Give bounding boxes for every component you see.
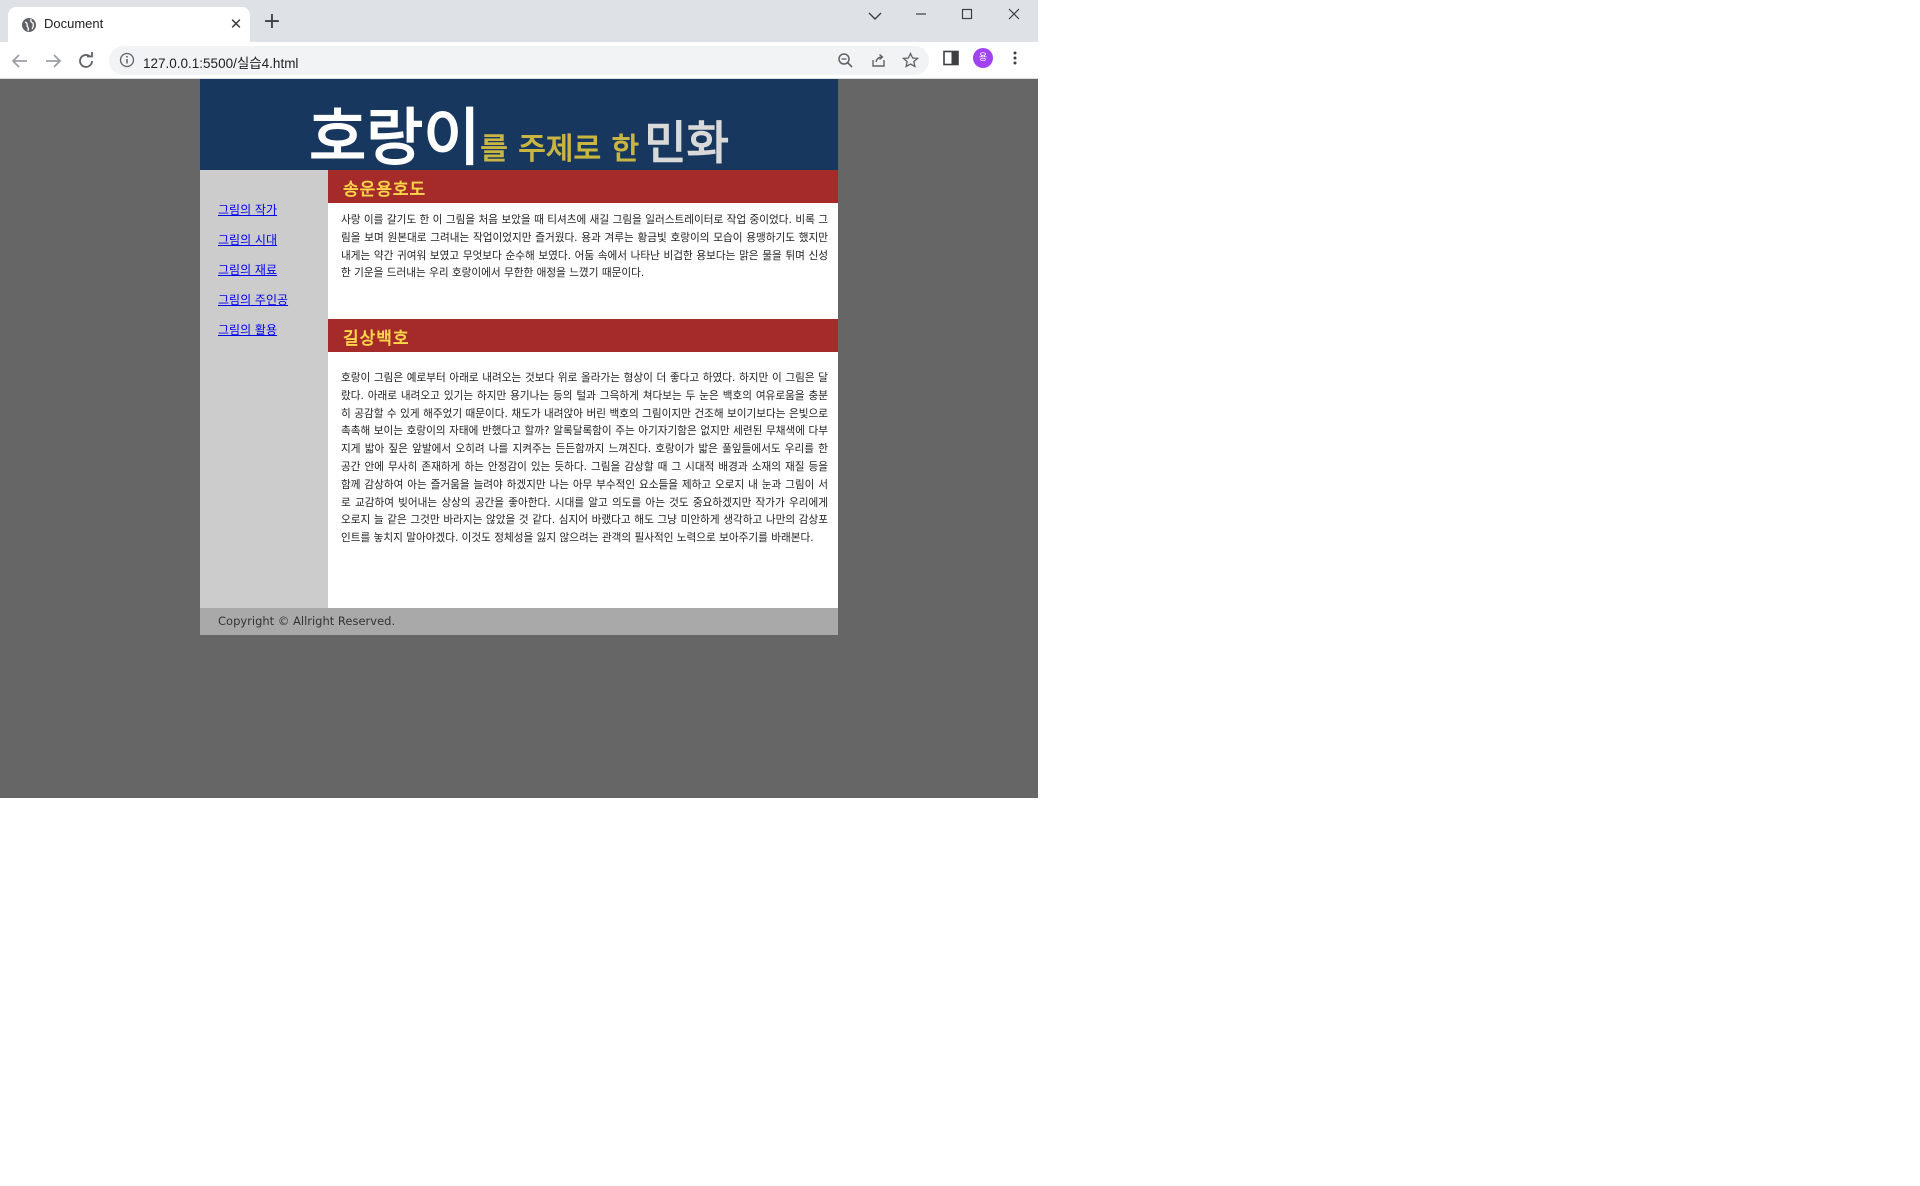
menu-icon[interactable] [1006, 49, 1024, 67]
reload-icon[interactable] [74, 49, 98, 73]
copyright-text: Copyright © Allright Reserved. [218, 614, 396, 628]
tab-strip: Document ✕ + [0, 0, 1038, 42]
section-body: 호랑이 그림은 예로부터 아래로 내려오는 것보다 위로 올라가는 형상이 더 … [341, 372, 828, 545]
close-window-icon[interactable] [994, 2, 1034, 30]
avatar[interactable]: 용 [973, 48, 993, 68]
chevron-down-icon[interactable] [855, 2, 895, 30]
globe-icon [22, 18, 36, 32]
minimize-icon[interactable] [901, 2, 941, 30]
forward-icon[interactable] [41, 49, 65, 73]
back-icon[interactable] [8, 49, 32, 73]
title-end: 민화 [644, 116, 729, 170]
nav-link-artist[interactable]: 그림의 작가 [218, 203, 277, 217]
section-title: 송운용호도 [343, 180, 427, 200]
page-footer: Copyright © Allright Reserved. [200, 608, 838, 635]
nav-link-material[interactable]: 그림의 재료 [218, 263, 277, 277]
close-icon[interactable]: ✕ [227, 15, 245, 33]
sidebar: 그림의 작가 그림의 시대 그림의 재료 그림의 주인공 그림의 활용 [200, 170, 328, 608]
info-icon[interactable] [119, 52, 135, 68]
page-header: 호랑이를 주제로 한 민화 [200, 79, 838, 174]
nav-list: 그림의 작가 그림의 시대 그림의 재료 그림의 주인공 그림의 활용 [218, 199, 288, 349]
nav-link-usage[interactable]: 그림의 활용 [218, 323, 277, 337]
nav-link-subject[interactable]: 그림의 주인공 [218, 293, 288, 307]
title-middle: 를 주제로 한 [480, 132, 640, 167]
plus-icon[interactable]: + [262, 11, 282, 33]
address-bar[interactable]: 127.0.0.1:5500/실습4.html [109, 46, 929, 75]
url-text[interactable]: 127.0.0.1:5500/실습4.html [143, 52, 298, 72]
section-heading: 송운용호도 [328, 170, 838, 203]
section-body: 사랑 이를 갈기도 한 이 그림을 처음 보았을 때 티셔츠에 새길 그림을 일… [341, 214, 828, 280]
browser-window: Document ✕ + 127.0.0.1:5500/실습4.html 용 호… [0, 0, 1038, 798]
tab-title: Document [44, 16, 104, 31]
nav-link-era[interactable]: 그림의 시대 [218, 233, 277, 247]
side-panel-icon[interactable] [942, 49, 960, 67]
screen: Document ✕ + 127.0.0.1:5500/실습4.html 용 호… [0, 0, 1920, 1186]
page-title: 호랑이를 주제로 한 민화 [200, 87, 838, 177]
maximize-icon[interactable] [947, 2, 987, 30]
title-main: 호랑이 [309, 101, 481, 174]
share-icon[interactable] [870, 52, 887, 69]
page-viewport: 호랑이를 주제로 한 민화 그림의 작가 그림의 시대 그림의 재료 그림의 주… [0, 79, 1038, 798]
star-icon[interactable] [902, 52, 919, 69]
browser-tab[interactable]: Document ✕ [8, 7, 250, 42]
zoom-icon[interactable] [837, 52, 854, 69]
browser-toolbar: 127.0.0.1:5500/실습4.html [0, 42, 1038, 79]
section-title: 길상백호 [343, 329, 410, 349]
main-content: 송운용호도 사랑 이를 갈기도 한 이 그림을 처음 보았을 때 티셔츠에 새길… [328, 170, 838, 608]
section-heading: 길상백호 [328, 319, 838, 352]
